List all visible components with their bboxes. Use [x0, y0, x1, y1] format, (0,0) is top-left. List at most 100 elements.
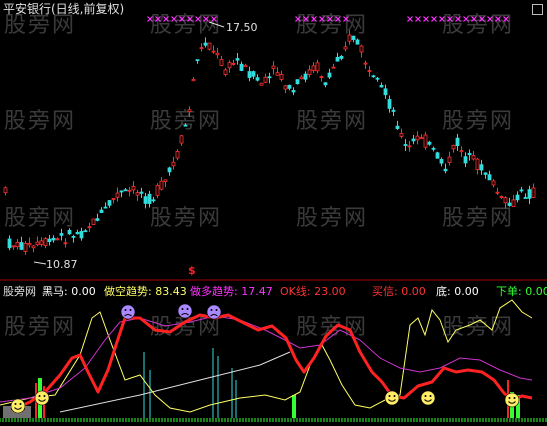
candle-body [27, 243, 32, 246]
x-marker-icon [327, 16, 333, 22]
indicator-label: 黑马 [42, 285, 64, 298]
candle-body [399, 133, 404, 137]
candle-body [135, 192, 140, 196]
candle-body [207, 42, 212, 50]
sad-face-icon [129, 309, 132, 311]
indicator-name: 股旁网 [3, 285, 36, 298]
candle-body [503, 197, 508, 204]
candle-body [79, 230, 84, 239]
sad-face-icon [120, 304, 136, 320]
candle-body [423, 134, 428, 148]
candle-body [523, 197, 528, 199]
candle-body [183, 124, 188, 127]
price-chart[interactable] [0, 0, 547, 426]
candle-body [303, 73, 308, 80]
candle-body [235, 58, 240, 61]
candle-body [143, 196, 148, 204]
candle-body [283, 85, 288, 90]
chart-area[interactable]: 股旁网 股旁网 股旁网 股旁网 股旁网 股旁网 股旁网 股旁网 股旁网 股旁网 … [0, 0, 547, 426]
candle-body [131, 186, 136, 191]
x-marker-icon [311, 16, 317, 22]
indicator-label: 底 [436, 285, 447, 298]
indicator-buy-signal: 买信: 0.00 [372, 285, 426, 298]
x-marker-icon [423, 16, 429, 22]
candle-body [471, 155, 476, 160]
x-marker-icon [147, 16, 153, 22]
low-price-label: 10.87 [46, 258, 78, 271]
candle-body [39, 240, 44, 245]
candle-body [499, 196, 504, 198]
indicator-bottom: 底: 0.00 [436, 285, 479, 298]
close-icon[interactable] [532, 4, 543, 15]
candle-body [199, 47, 204, 50]
candle-body [167, 167, 172, 173]
high-price-label: 17.50 [226, 21, 258, 34]
candle-body [347, 34, 352, 42]
indicator-long-trend: 做多趋势: 17.47 [190, 285, 273, 298]
candle-body [387, 99, 392, 109]
smiley-icon [10, 398, 26, 414]
candle-body [351, 35, 356, 40]
smiley-icon [38, 395, 41, 397]
candle-body [307, 69, 312, 75]
x-marker-icon [471, 16, 477, 22]
indicator-value: 0.00 [401, 285, 426, 298]
x-marker-icon [447, 16, 453, 22]
smiley-icon [34, 390, 50, 406]
signal-marker: $ [188, 264, 196, 277]
candle-body [255, 77, 260, 81]
smiley-icon [384, 390, 400, 406]
candle-body [315, 62, 320, 72]
candle-body [155, 184, 160, 196]
x-marker-icon [163, 16, 169, 22]
candle-body [203, 42, 208, 46]
candle-body [515, 194, 520, 201]
x-marker-icon [463, 16, 469, 22]
chart-title: 平安银行(日线,前复权) [3, 2, 125, 16]
indicator-value: 0.00 [454, 285, 479, 298]
candle-body [179, 135, 184, 144]
candle-body [443, 168, 448, 172]
candle-body [223, 69, 228, 75]
candle-body [451, 144, 456, 150]
x-marker-icon [155, 16, 161, 22]
candle-body [7, 238, 12, 249]
candle-body [171, 161, 176, 167]
candle-body [239, 63, 244, 71]
smiley-icon [424, 395, 427, 397]
indicator-value: 17.47 [241, 285, 273, 298]
candle-body [475, 158, 480, 170]
candle-body [519, 189, 524, 192]
candle-body [479, 164, 484, 171]
x-marker-icon [407, 16, 413, 22]
candle-body [175, 151, 180, 159]
candle-body [91, 218, 96, 225]
sad-face-icon [210, 309, 213, 311]
candle-body [215, 52, 220, 56]
candle-body [251, 71, 256, 77]
smiley-icon [19, 403, 22, 405]
candle-body [107, 200, 112, 206]
candle-body [83, 230, 88, 233]
smiley-icon [14, 403, 17, 405]
candle-body [191, 79, 196, 82]
indicator-short-trend: 做空趋势: 83.43 [104, 285, 187, 298]
candle-body [495, 191, 500, 194]
candle-body [463, 156, 468, 164]
candle-body [371, 75, 376, 78]
candle-body [415, 135, 420, 141]
candle-body [275, 72, 280, 76]
x-marker-icon [211, 16, 217, 22]
candle-body [115, 192, 120, 198]
candle-body [187, 109, 192, 112]
candle-body [407, 145, 412, 148]
candle-body [355, 39, 360, 45]
candle-body [19, 242, 24, 250]
candle-body [55, 238, 60, 241]
x-marker-icon [503, 16, 509, 22]
x-marker-icon [479, 16, 485, 22]
candle-body [127, 189, 132, 192]
candle-body [31, 245, 36, 249]
x-marker-icon [415, 16, 421, 22]
sad-face-icon [177, 303, 193, 319]
